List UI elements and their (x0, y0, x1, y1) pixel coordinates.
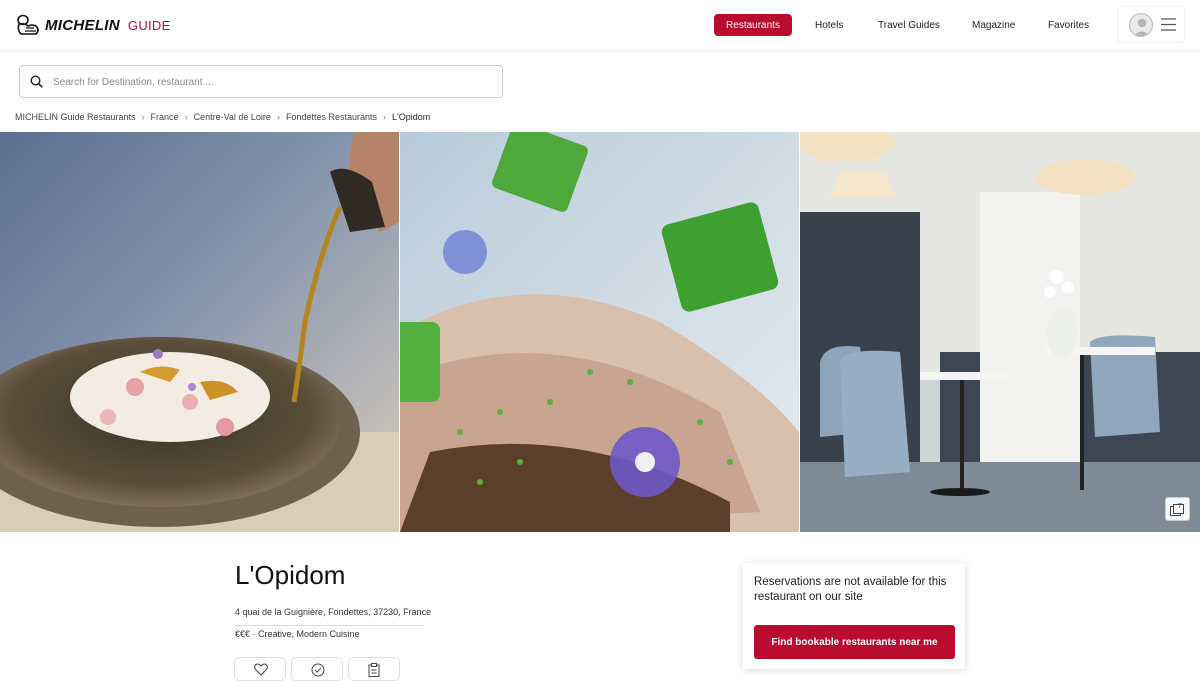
chevron-right-icon: › (184, 112, 188, 122)
user-menu-button[interactable] (1118, 6, 1185, 43)
nav-hotels[interactable]: Hotels (815, 14, 843, 36)
chevron-right-icon: › (141, 112, 145, 122)
chevron-right-icon: › (383, 112, 386, 122)
nav-favorites[interactable]: Favorites (1048, 14, 1089, 36)
visited-button[interactable] (291, 657, 343, 681)
avatar (1129, 13, 1153, 37)
hamburger-menu-icon (1161, 18, 1176, 31)
site-header: MICHELIN GUIDE Restaurants Hotels Travel… (0, 0, 1200, 50)
add-to-list-button[interactable] (348, 657, 400, 681)
search-input[interactable] (53, 72, 493, 92)
photo-count: 7 (1178, 503, 1182, 510)
reservation-message: Reservations are not available for this … (754, 576, 947, 603)
gallery-photo-count-button[interactable]: 7 (1165, 497, 1190, 521)
search-bar[interactable] (19, 65, 503, 98)
photo-dining-room[interactable] (800, 132, 1200, 532)
chevron-right-icon: › (276, 112, 280, 122)
logo-guide-text: GUIDE (127, 17, 171, 33)
breadcrumb-current: L'Opidom (392, 112, 431, 122)
nav-magazine[interactable]: Magazine (972, 14, 1015, 36)
restaurant-price-cuisine: €€€ · Creative, Modern Cuisine (235, 629, 360, 639)
nav-restaurants[interactable]: Restaurants (714, 14, 792, 36)
find-bookable-restaurants-button[interactable]: Find bookable restaurants near me (754, 625, 955, 659)
bibendum-icon (17, 14, 39, 35)
logo-wordmark: MICHELIN (45, 16, 120, 34)
heart-icon (254, 663, 268, 676)
search-icon (30, 75, 43, 88)
photo-plated-dish[interactable] (0, 132, 399, 532)
nav-travel-guides[interactable]: Travel Guides (878, 14, 940, 36)
breadcrumb-item-france[interactable]: France (151, 112, 179, 122)
restaurant-address: 4 quai de la Guignière, Fondettes, 37230… (235, 607, 432, 617)
reservation-card: Reservations are not available for this … (743, 563, 965, 669)
photo-gallery (0, 132, 1200, 532)
breadcrumb-item-fondettes-restaurants[interactable]: Fondettes Restaurants (286, 112, 377, 122)
breadcrumb: MICHELIN Guide Restaurants › France › Ce… (15, 111, 430, 123)
restaurant-name: L'Opidom (235, 560, 346, 590)
breadcrumb-item-michelin-guide-restaurants[interactable]: MICHELIN Guide Restaurants (15, 112, 136, 122)
user-icon (1133, 18, 1151, 36)
divider (235, 625, 424, 626)
breadcrumb-item-centre-val-de-loire[interactable]: Centre-Val de Loire (194, 112, 271, 122)
michelin-guide-logo[interactable]: MICHELIN GUIDE (14, 13, 171, 37)
favorite-button[interactable] (234, 657, 286, 681)
photo-foie-gras[interactable] (400, 132, 799, 532)
